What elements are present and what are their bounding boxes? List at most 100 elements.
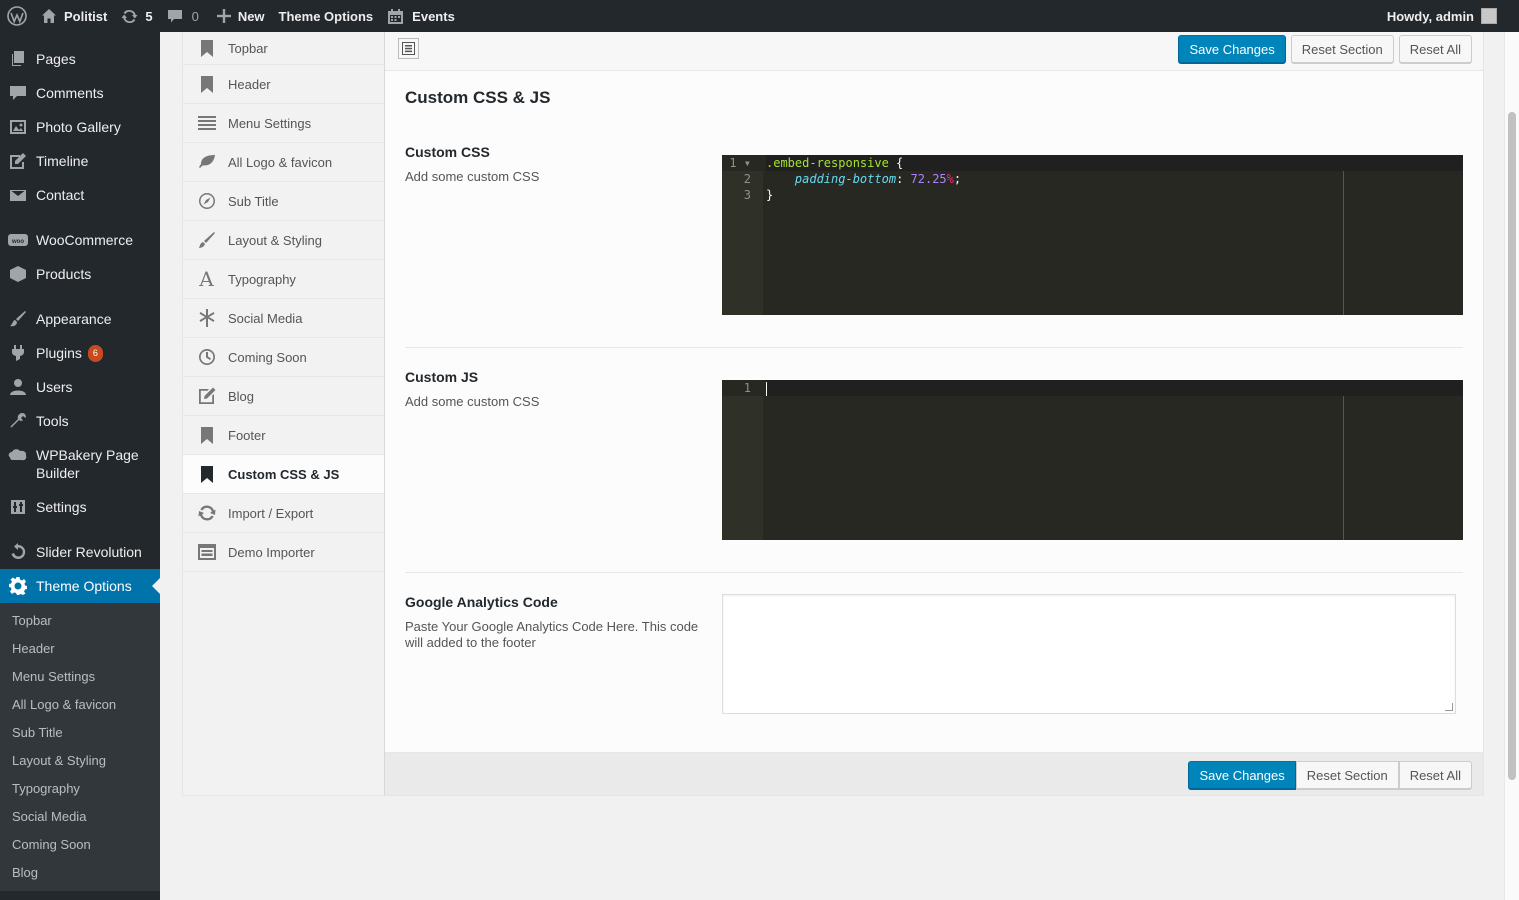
edit-icon [197,387,216,406]
reset-section-button-bottom[interactable]: Reset Section [1295,761,1399,789]
options-tab-label: Import / Export [228,505,314,521]
menu-item-label: Tools [36,413,69,429]
events-link[interactable]: Events [380,0,462,32]
line-number: 1 [722,380,763,396]
submenu-item-layout-styling[interactable]: Layout & Styling [0,747,160,775]
comments-link[interactable]: 0 [160,0,206,32]
plugins-icon [8,343,28,363]
submenu-item-header[interactable]: Header [0,635,160,663]
calendar-icon [387,8,404,25]
options-tab-blog[interactable]: Blog [183,377,384,416]
line-number: 3 [743,188,751,202]
menu-item-pages[interactable]: Pages [0,42,160,76]
options-tab-logo-favicon[interactable]: All Logo & favicon [183,143,384,182]
options-tab-import-export[interactable]: Import / Export [183,494,384,533]
reset-all-button-top[interactable]: Reset All [1398,35,1472,63]
menu-item-timeline[interactable]: Timeline [0,144,160,178]
options-tab-demo-importer[interactable]: Demo Importer [183,533,384,572]
submenu-item-typography[interactable]: Typography [0,775,160,803]
resize-handle-icon[interactable] [1445,703,1453,711]
menu-item-appearance[interactable]: Appearance [0,302,160,336]
expand-options-button[interactable] [398,38,419,59]
options-tab-footer[interactable]: Footer [183,416,384,455]
submenu-item-coming-soon[interactable]: Coming Soon [0,831,160,859]
menu-item-label: Products [36,266,92,282]
theme-options-panel: Topbar Header Menu Settings All Logo & f… [182,32,1484,796]
css-brace: { [888,156,904,170]
submenu-item-blog[interactable]: Blog [0,859,160,887]
options-tab-menu-settings[interactable]: Menu Settings [183,104,384,143]
bookmark-icon [197,426,216,445]
menu-item-settings[interactable]: Settings [0,490,160,524]
menu-item-plugins[interactable]: Plugins 6 [0,336,160,370]
menu-item-comments[interactable]: Comments [0,76,160,110]
options-tab-label: Demo Importer [228,544,315,560]
fold-arrow-icon[interactable]: ▾ [737,156,751,170]
options-tab-custom-css-js[interactable]: Custom CSS & JS [183,455,384,494]
divider [405,572,1463,573]
theme-options-link[interactable]: Theme Options [272,0,381,32]
options-tab-label: Topbar [228,40,268,56]
custom-css-field: Custom CSS Add some custom CSS 1 ▾ 2 3 .… [405,144,1463,315]
menu-item-products[interactable]: Products [0,257,160,291]
options-tab-coming-soon[interactable]: Coming Soon [183,338,384,377]
options-tab-typography[interactable]: A Typography [183,260,384,299]
line-number: 1 ▾ [722,155,763,171]
typography-icon: A [199,267,214,291]
css-colon: : [896,172,911,186]
menu-item-woocommerce[interactable]: woo WooCommerce [0,223,160,257]
page-scrollbar[interactable] [1504,32,1519,900]
menu-item-theme-options[interactable]: Theme Options [0,569,160,603]
custom-css-editor[interactable]: 1 ▾ 2 3 .embed-responsive { padding-bott… [722,155,1463,315]
reset-section-button-top[interactable]: Reset Section [1290,35,1394,63]
options-tab-label: All Logo & favicon [228,154,333,170]
admin-bar: Politist 5 0 New Theme Options Events Ho… [0,0,1519,32]
home-icon [41,8,57,24]
new-content-link[interactable]: New [210,0,272,32]
menu-item-users[interactable]: Users [0,370,160,404]
importer-icon [197,543,216,562]
reset-all-button-bottom[interactable]: Reset All [1398,761,1472,789]
events-label: Events [412,8,455,24]
menu-item-label: Theme Options [36,578,132,594]
menu-item-contact[interactable]: Contact [0,178,160,212]
updates-count: 5 [145,8,153,24]
options-tab-topbar[interactable]: Topbar [183,32,384,65]
options-tab-layout-styling[interactable]: Layout & Styling [183,221,384,260]
menu-item-tools[interactable]: Tools [0,404,160,438]
site-name-link[interactable]: Politist [34,0,114,32]
menu-item-photo-gallery[interactable]: Photo Gallery [0,110,160,144]
css-property: padding-bottom [794,172,897,186]
wordpress-logo-icon[interactable] [0,0,34,32]
options-tab-sub-title[interactable]: Sub Title [183,182,384,221]
options-tab-label: Menu Settings [228,115,312,131]
menu-icon [197,114,216,133]
save-changes-button-top[interactable]: Save Changes [1178,35,1286,63]
options-tab-label: Typography [228,271,296,287]
updates-link[interactable]: 5 [114,0,159,32]
timeline-icon [8,151,28,171]
menu-item-wpbakery[interactable]: WPBakery Page Builder [0,438,160,490]
line-number: 2 [743,172,751,186]
save-changes-button-bottom[interactable]: Save Changes [1188,761,1296,789]
submenu-item-social-media[interactable]: Social Media [0,803,160,831]
compass-icon [197,192,216,211]
scrollbar-thumb[interactable] [1508,112,1516,780]
submenu-item-topbar[interactable]: Topbar [0,607,160,635]
my-account-link[interactable]: Howdy, admin [1387,8,1519,24]
options-tab-header[interactable]: Header [183,65,384,104]
css-selector: .embed-responsive [766,156,889,170]
submenu-item-sub-title[interactable]: Sub Title [0,719,160,747]
custom-js-editor[interactable]: 1 [722,380,1463,540]
css-brace: } [766,188,774,202]
submenu-item-menu-settings[interactable]: Menu Settings [0,663,160,691]
google-analytics-textarea[interactable] [722,594,1456,714]
products-icon [8,264,28,284]
submenu-item-logo-favicon[interactable]: All Logo & favicon [0,691,160,719]
asterisk-icon [197,309,216,328]
menu-item-slider-revolution[interactable]: Slider Revolution [0,535,160,569]
svg-text:woo: woo [11,239,24,245]
custom-js-field: Custom JS Add some custom CSS 1 [405,369,1463,540]
css-number: 72.25 [910,172,947,186]
options-tab-social-media[interactable]: Social Media [183,299,384,338]
